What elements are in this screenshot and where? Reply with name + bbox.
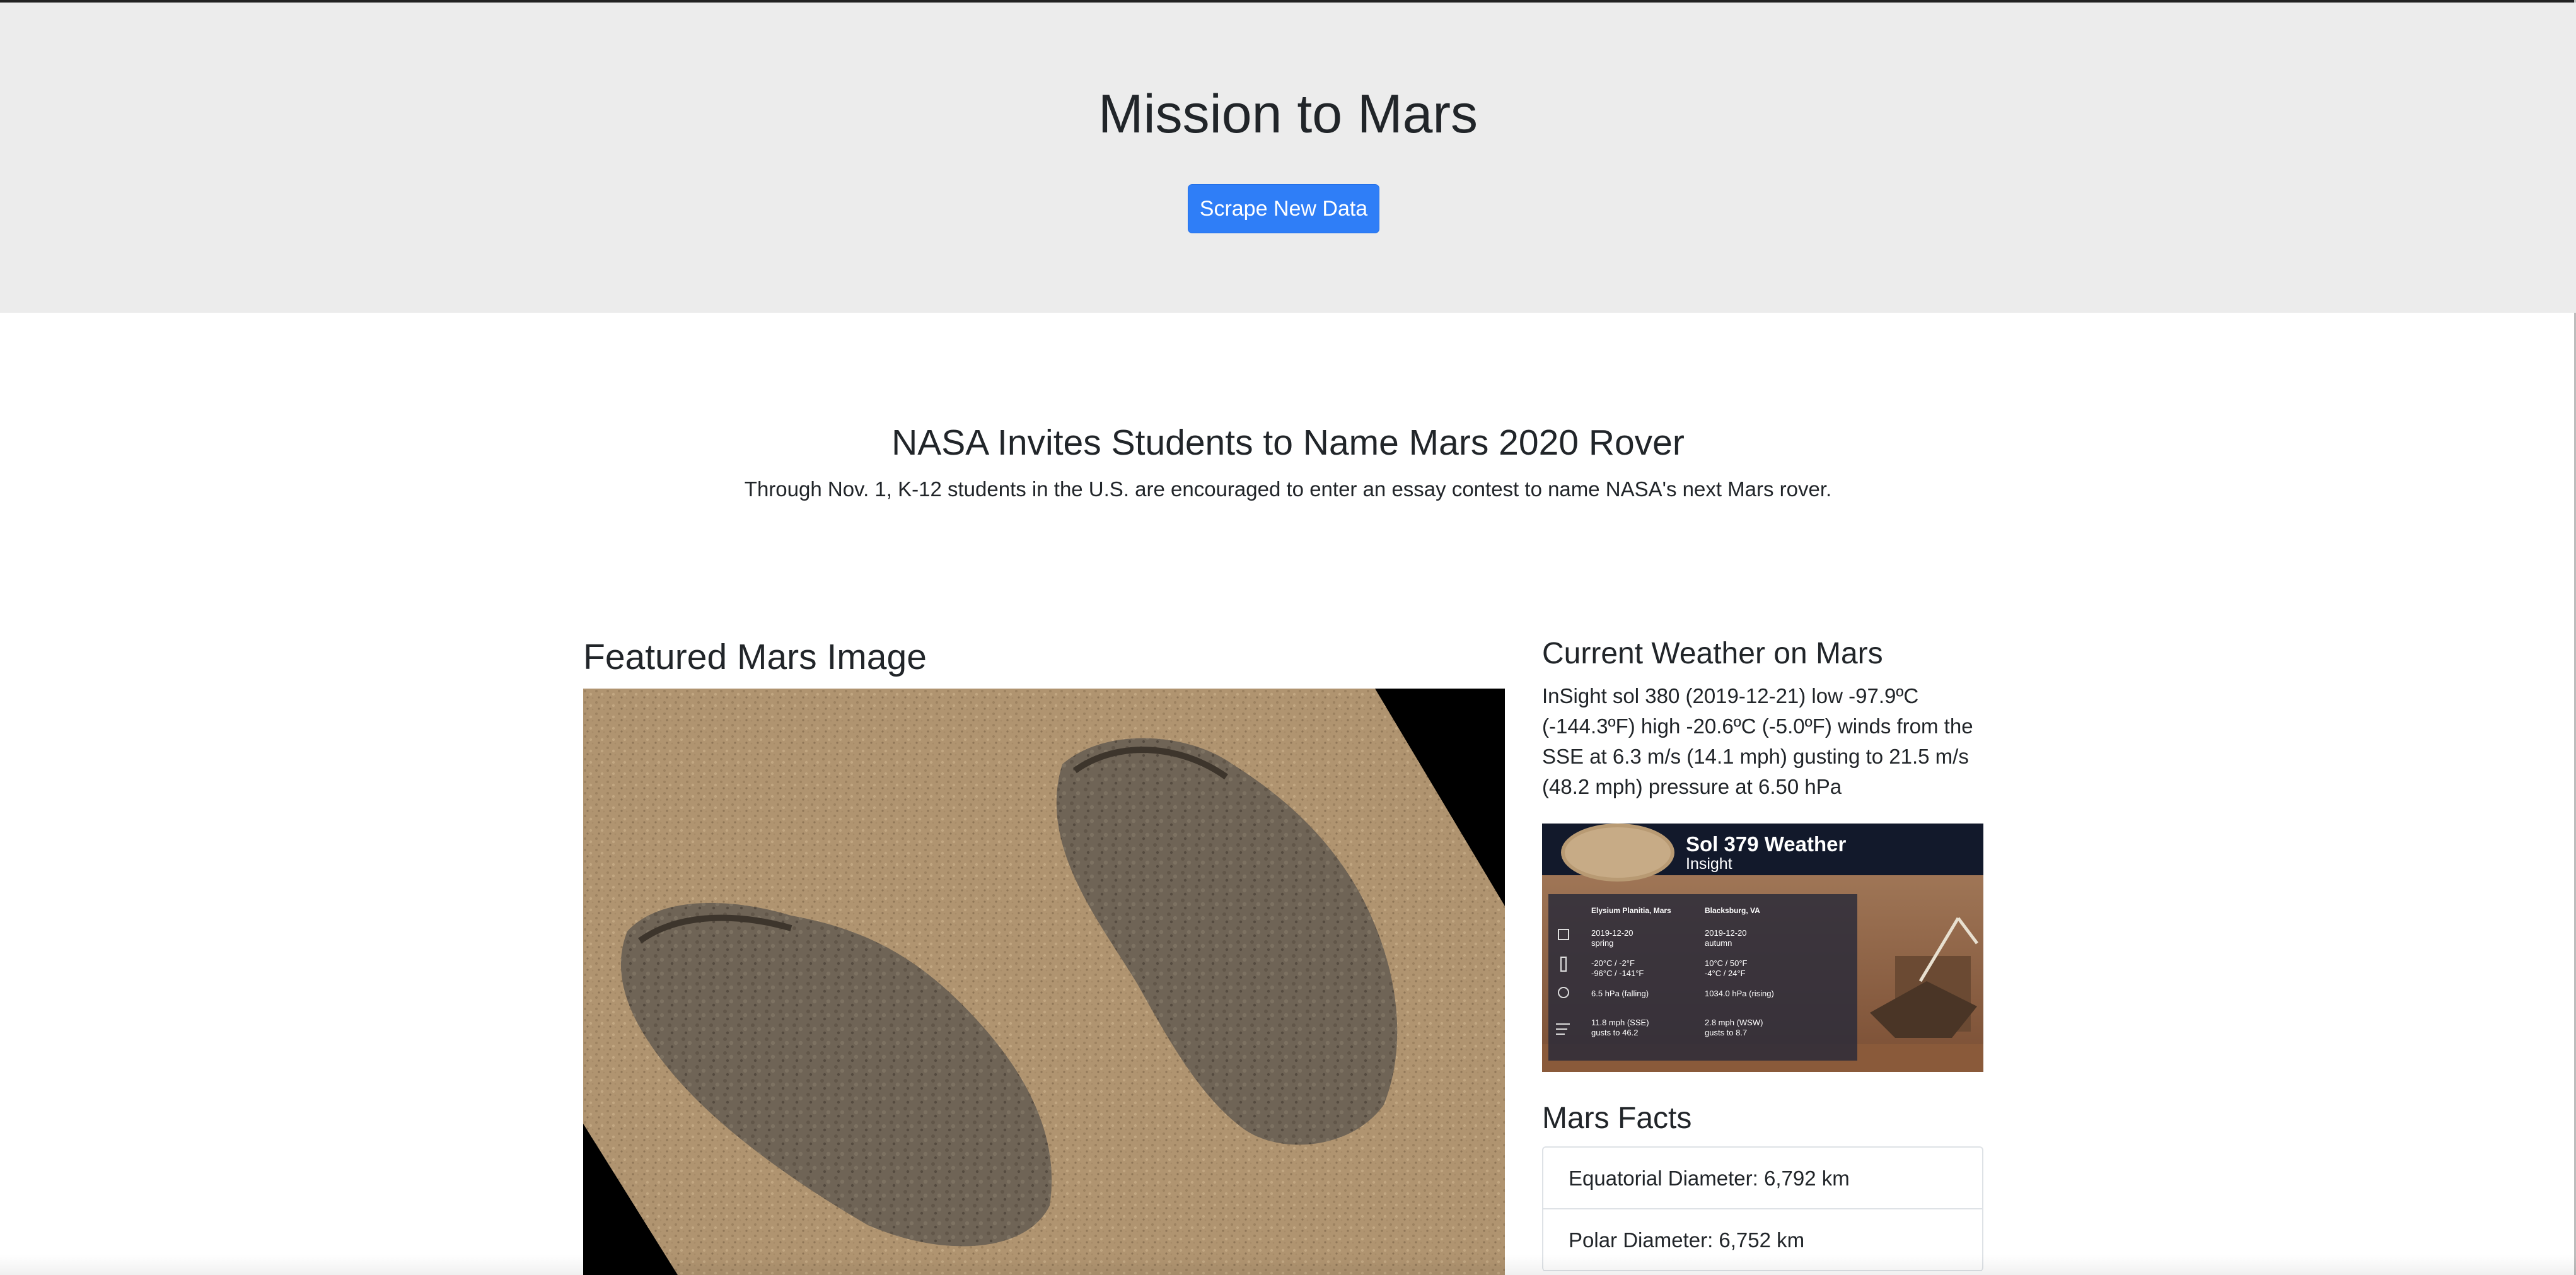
news-teaser: Through Nov. 1, K-12 students in the U.S… bbox=[744, 477, 1832, 501]
weather-report-graphic: Sol 379 Weather Insight Elysium Planitia… bbox=[1542, 824, 1983, 1072]
mars-facts-table: Equatorial Diameter: 6,792 km Polar Diam… bbox=[1542, 1146, 1983, 1271]
weather-report-image: Sol 379 Weather Insight Elysium Planitia… bbox=[1542, 824, 1983, 1072]
mars-fact-row: Equatorial Diameter: 6,792 km bbox=[1543, 1148, 1982, 1209]
weather-cell: spring bbox=[1591, 938, 1613, 948]
weather-cell: -20°C / -2°F bbox=[1591, 958, 1635, 968]
page-title: Mission to Mars bbox=[1098, 84, 1478, 144]
featured-mars-image bbox=[583, 689, 1505, 1275]
weather-heading: Current Weather on Mars bbox=[1542, 637, 1883, 670]
weather-cell: -4°C / 24°F bbox=[1705, 969, 1746, 978]
weather-tweet: InSight sol 380 (2019-12-21) low -97.9ºC… bbox=[1542, 684, 1973, 798]
weather-cell: autumn bbox=[1705, 938, 1732, 948]
header-jumbotron: Mission to Mars Scrape New Data bbox=[0, 3, 2576, 313]
mars-fact-row: Polar Diameter: 6,752 km bbox=[1543, 1209, 1982, 1271]
weather-image-subtitle: Insight bbox=[1686, 855, 1732, 873]
featured-image-heading: Featured Mars Image bbox=[583, 637, 927, 677]
weather-cell: 2019-12-20 bbox=[1705, 928, 1747, 938]
weather-cell: 10°C / 50°F bbox=[1705, 958, 1748, 968]
featured-mars-image-graphic bbox=[583, 689, 1505, 1275]
mars-facts-heading: Mars Facts bbox=[1542, 1102, 1692, 1135]
weather-cell: gusts to 8.7 bbox=[1705, 1028, 1747, 1037]
weather-image-title: Sol 379 Weather bbox=[1686, 832, 1846, 856]
news-title: NASA Invites Students to Name Mars 2020 … bbox=[891, 422, 1685, 463]
weather-cell: 6.5 hPa (falling) bbox=[1591, 989, 1649, 998]
weather-cell: 2.8 mph (WSW) bbox=[1705, 1018, 1763, 1027]
scrape-new-data-button[interactable]: Scrape New Data bbox=[1188, 184, 1379, 233]
weather-cell: 2019-12-20 bbox=[1591, 928, 1633, 938]
weather-cell: -96°C / -141°F bbox=[1591, 969, 1644, 978]
weather-cell: gusts to 46.2 bbox=[1591, 1028, 1638, 1037]
weather-col-b-header: Blacksburg, VA bbox=[1705, 906, 1760, 915]
weather-cell: 1034.0 hPa (rising) bbox=[1705, 989, 1774, 998]
weather-col-a-header: Elysium Planitia, Mars bbox=[1591, 906, 1671, 915]
weather-cell: 11.8 mph (SSE) bbox=[1591, 1018, 1649, 1027]
